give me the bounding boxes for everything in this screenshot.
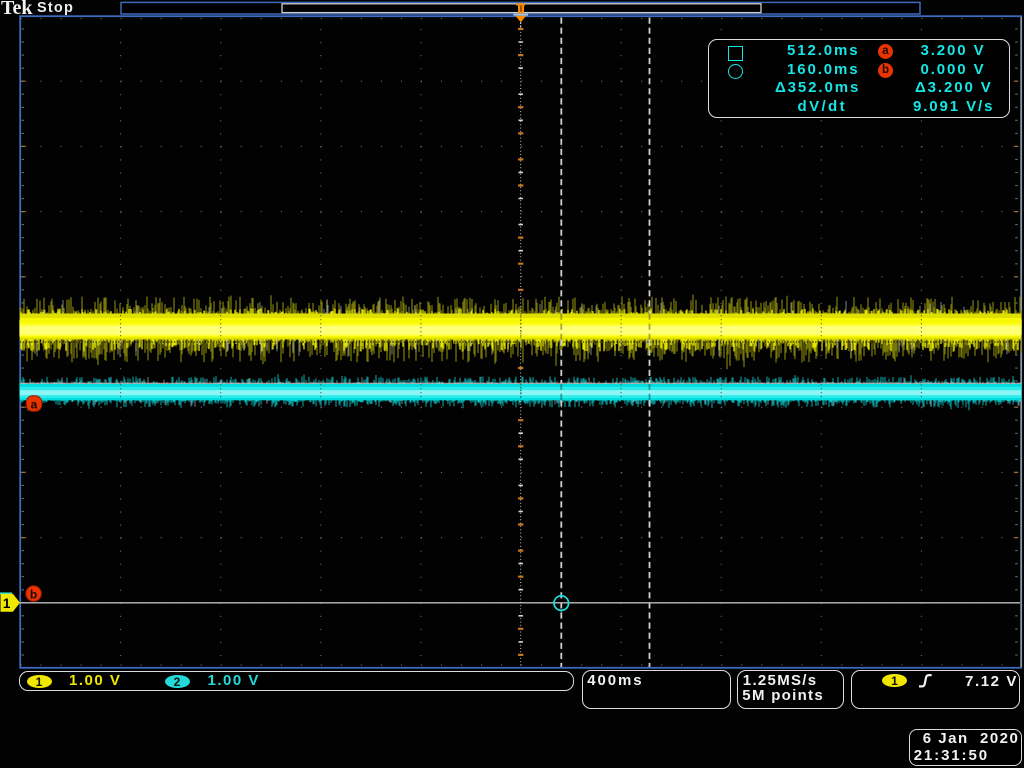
svg-text:b: b bbox=[30, 587, 37, 601]
svg-text:a: a bbox=[31, 397, 38, 411]
svg-text:1: 1 bbox=[3, 596, 11, 611]
